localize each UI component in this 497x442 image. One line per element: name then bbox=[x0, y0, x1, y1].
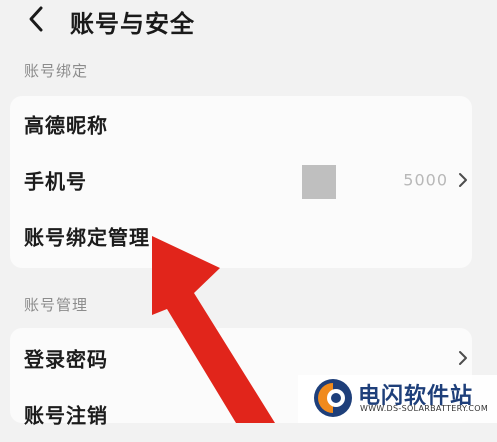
row-label: 账号注销 bbox=[24, 403, 108, 428]
page-title: 账号与安全 bbox=[70, 10, 195, 38]
row-label: 高德昵称 bbox=[24, 113, 108, 138]
section-label-account-binding: 账号绑定 bbox=[24, 62, 89, 80]
row-label: 登录密码 bbox=[24, 347, 108, 372]
phone-number-value: 5000 bbox=[403, 170, 448, 190]
row-phone-number[interactable]: 手机号 5000 bbox=[10, 152, 472, 208]
row-label: 账号绑定管理 bbox=[24, 225, 150, 250]
row-label: 手机号 bbox=[24, 169, 87, 194]
chevron-right-icon bbox=[459, 173, 467, 187]
watermark: 电闪软件站 WWW.DS-SOLARBATTERY.COM bbox=[298, 375, 497, 423]
privacy-mask bbox=[302, 165, 336, 199]
account-binding-card: 高德昵称 手机号 5000 账号绑定管理 bbox=[10, 96, 472, 268]
chevron-right-icon bbox=[459, 351, 467, 365]
header: 账号与安全 bbox=[0, 0, 497, 44]
watermark-url: WWW.DS-SOLARBATTERY.COM bbox=[360, 404, 489, 413]
ds-logo-icon bbox=[314, 379, 352, 417]
section-label-account-management: 账号管理 bbox=[24, 296, 89, 314]
row-amap-nickname[interactable]: 高德昵称 bbox=[10, 96, 472, 152]
back-button[interactable] bbox=[22, 2, 52, 36]
row-account-binding-management[interactable]: 账号绑定管理 bbox=[10, 208, 472, 264]
chevron-left-icon bbox=[29, 6, 43, 32]
